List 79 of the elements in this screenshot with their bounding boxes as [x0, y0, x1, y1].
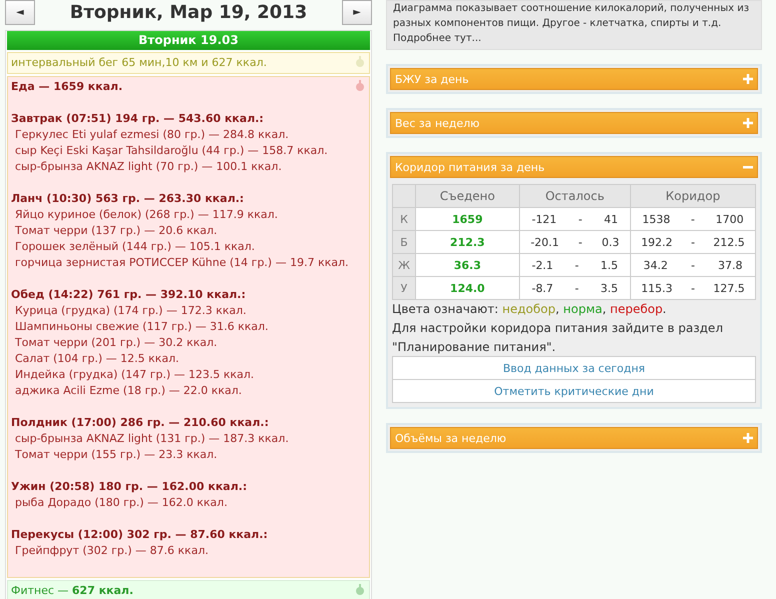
table-cell-text: -8.7	[532, 280, 554, 296]
range-separator: -	[690, 280, 695, 296]
table-cell: 212.3	[416, 230, 520, 254]
food-item: сыр Keçi Eski Kaşar Tahsildaroğlu (44 гр.) — 158.7 ккал.	[14, 143, 329, 159]
meal-title: Ланч (10:30) 563 гр. — 263.30 ккал.:	[11, 191, 245, 207]
action-button[interactable]: Ввод данных за сегодня	[392, 356, 756, 380]
table-cell-text: -121	[532, 212, 557, 228]
settings-note: Для настройки коридора питания зайдите в раздел "Планирование питания".	[392, 320, 724, 356]
legend-item: недобор	[502, 302, 556, 316]
legend-comma: ,	[556, 302, 560, 316]
row-label: К	[392, 208, 416, 230]
meal-title: Обед (14:22) 761 гр. — 392.10 ккал.:	[11, 287, 247, 303]
prev-day-button[interactable]: ◄	[5, 0, 35, 25]
status-icon	[355, 56, 365, 68]
range-separator: -	[574, 280, 579, 296]
food-item: Шампиньоны свежие (117 гр.) — 31.6 ккал.	[14, 319, 270, 335]
food-item: сыр-брынза AKNAZ light (131 гр.) — 187.3 ккал.	[14, 431, 290, 447]
fitness-text: Фитнес — 627 ккал.	[11, 584, 134, 597]
status-icon	[355, 584, 365, 596]
food-item: Томат черри (137 гр.) — 20.6 ккал.	[14, 223, 218, 239]
legend-item: норма	[563, 302, 602, 316]
table-cell-text: -2.1	[532, 258, 554, 274]
row-label: Ж	[392, 254, 416, 276]
table-cell-text: 192.2	[641, 234, 673, 250]
table-cell-text: 41	[604, 212, 618, 228]
food-total: Еда — 1659 ккал.	[11, 79, 124, 95]
table-cell-text: 3.5	[600, 280, 618, 296]
meal-title: Завтрак (07:51) 194 гр. — 543.60 ккал.:	[11, 111, 265, 127]
day-header: Вторник 19.03	[7, 31, 370, 50]
meal-title: Полдник (17:00) 286 гр. — 210.60 ккал.:	[11, 415, 270, 431]
next-day-button[interactable]: ►	[342, 0, 372, 25]
range-separator: -	[690, 234, 695, 250]
status-icon	[355, 80, 365, 92]
range-separator: -	[690, 258, 695, 274]
meal-title: Перекусы (12:00) 302 гр. — 87.60 ккал.:	[11, 527, 269, 543]
legend-comma: ,	[602, 302, 606, 316]
legend-label: Цвета означают:	[392, 302, 500, 316]
table-cell: 1659	[416, 208, 520, 230]
food-item: Томат черри (201 гр.) — 30.2 ккал.	[14, 335, 218, 351]
food-item: рыба Дорадо (180 гр.) — 162.0 ккал.	[14, 495, 228, 511]
food-item: Геркулес Eti yulaf ezmesi (80 гр.) — 284.8 ккал.	[14, 127, 290, 143]
table-cell-text: 0.3	[602, 234, 620, 250]
column-header: Съедено	[416, 184, 520, 208]
food-item: Салат (104 гр.) — 12.5 ккал.	[14, 351, 180, 367]
range-separator: -	[578, 212, 582, 228]
food-item: аджика Acili Ezme (18 гр.) — 22.0 ккал.	[14, 383, 243, 399]
table-cell-text: 212.5	[713, 234, 745, 250]
table-cell-text: 37.8	[718, 258, 742, 274]
table-cell-text: 1.5	[600, 258, 618, 274]
table-cell-text: 1700	[716, 212, 744, 228]
table-cell-text: 127.5	[713, 280, 745, 296]
column-header: Осталось	[519, 184, 630, 208]
legend-item: перебор	[610, 302, 663, 316]
food-item: Курица (грудка) (174 гр.) — 172.3 ккал.	[14, 303, 248, 319]
table-cell-text: 34.2	[643, 258, 668, 274]
food-item: сыр-брынза AKNAZ light (70 гр.) — 100.1 ккал.	[14, 159, 283, 175]
range-separator: -	[578, 234, 582, 250]
legend-end: .	[662, 302, 666, 316]
table-cell-text: 1538	[642, 212, 670, 228]
table-cell: 36.3	[416, 254, 520, 276]
food-item: Индейка (грудка) (147 гр.) — 123.5 ккал.	[14, 367, 256, 383]
range-separator: -	[690, 212, 695, 228]
info-text: Диаграмма показывает соотношение килокалорий, полученных из разных компонентов пищи. Другое - клетчатка, спирты и т.д. Подробнее тут...	[386, 0, 762, 50]
food-item: Горошек зелёный (144 гр.) — 105.1 ккал.	[14, 239, 256, 255]
meal-title: Ужин (20:58) 180 гр. — 162.00 ккал.:	[11, 479, 248, 495]
table-cell-text: 115.3	[641, 280, 673, 296]
food-item: Грейпфрут (302 гр.) — 87.6 ккал.	[14, 543, 210, 559]
table-cell-text: -20.1	[530, 234, 560, 250]
row-label: Б	[392, 230, 416, 254]
action-button[interactable]: Отметить критические дни	[392, 379, 756, 403]
range-separator: -	[574, 258, 579, 274]
row-label: У	[392, 276, 416, 300]
column-header: Коридор	[630, 184, 756, 208]
activity-text: интервальный бег 65 мин,10 км и 627 ккал.	[11, 56, 267, 69]
food-item: Томат черри (155 гр.) — 23.3 ккал.	[14, 447, 218, 463]
table-cell: 124.0	[416, 276, 520, 300]
food-item: горчица зернистая РОТИССЕР Kühne (14 гр.) — 19.7 ккал.	[14, 255, 350, 271]
date-title: Вторник, Мар 19, 2013	[70, 2, 308, 23]
food-item: Яйцо куриное (белок) (268 гр.) — 117.9 ккал.	[14, 207, 279, 223]
